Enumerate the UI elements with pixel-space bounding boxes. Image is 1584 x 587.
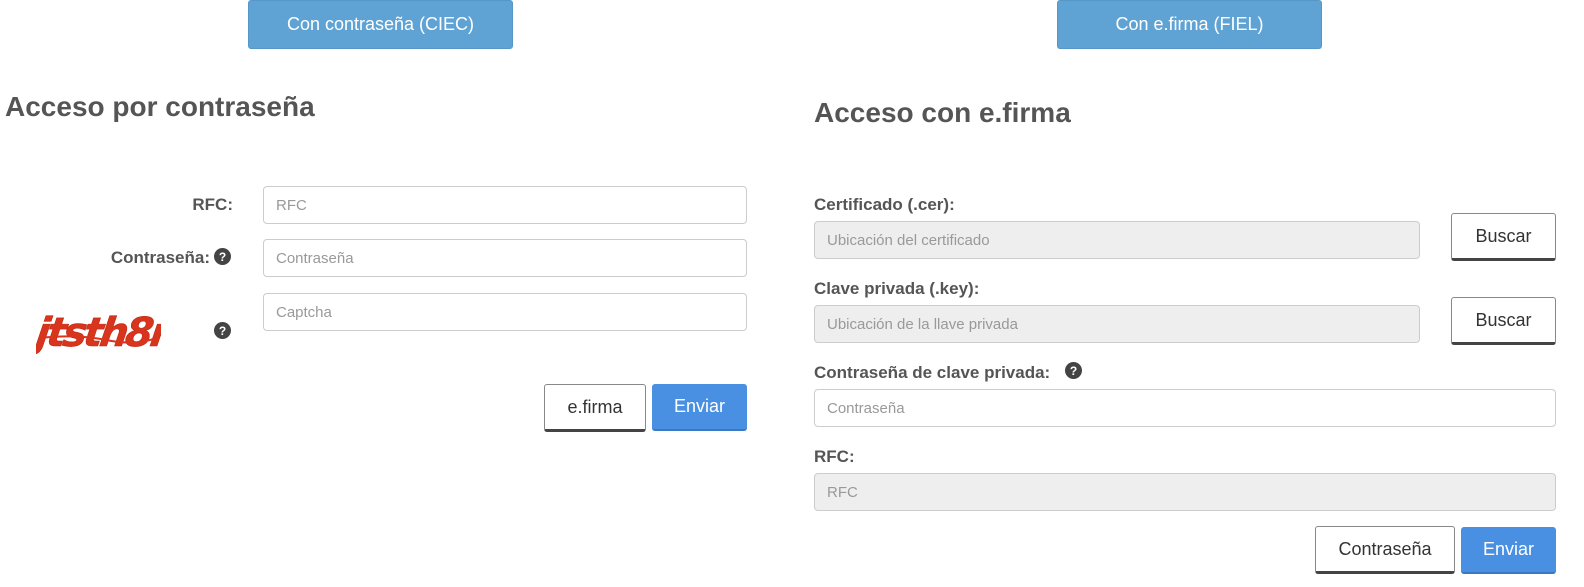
password-input[interactable]	[263, 239, 747, 277]
captcha-help-icon[interactable]: ?	[214, 322, 231, 339]
password-mode-button[interactable]: Contraseña	[1315, 526, 1455, 574]
rfc-label: RFC:	[192, 195, 233, 214]
captcha-input[interactable]	[263, 293, 747, 331]
tab-ciec[interactable]: Con contraseña (CIEC)	[248, 0, 513, 49]
key-label: Clave privada (.key):	[814, 279, 980, 298]
efirma-rfc-input	[814, 473, 1556, 511]
key-password-input[interactable]	[814, 389, 1556, 427]
key-password-label: Contraseña de clave privada:	[814, 363, 1051, 382]
efirma-access-title: Acceso con e.firma	[814, 97, 1071, 128]
captcha-text: jtsth8r	[36, 310, 161, 356]
efirma-button[interactable]: e.firma	[544, 384, 646, 432]
submit-efirma-button[interactable]: Enviar	[1461, 527, 1556, 574]
rfc-input[interactable]	[263, 186, 747, 224]
cert-label: Certificado (.cer):	[814, 195, 955, 214]
key-path-input	[814, 305, 1420, 343]
password-access-title: Acceso por contraseña	[5, 91, 315, 122]
question-circle-icon[interactable]: ?	[214, 248, 231, 265]
cert-path-input	[814, 221, 1420, 259]
submit-password-button[interactable]: Enviar	[652, 384, 747, 431]
cert-browse-button[interactable]: Buscar	[1451, 213, 1556, 261]
tab-fiel[interactable]: Con e.firma (FIEL)	[1057, 0, 1322, 49]
password-label: Contraseña:	[110, 248, 210, 267]
captcha-image: jtsth8r	[36, 310, 161, 356]
efirma-rfc-label: RFC:	[814, 447, 855, 466]
key-password-help-icon[interactable]: ?	[1065, 362, 1082, 379]
key-browse-button[interactable]: Buscar	[1451, 297, 1556, 345]
